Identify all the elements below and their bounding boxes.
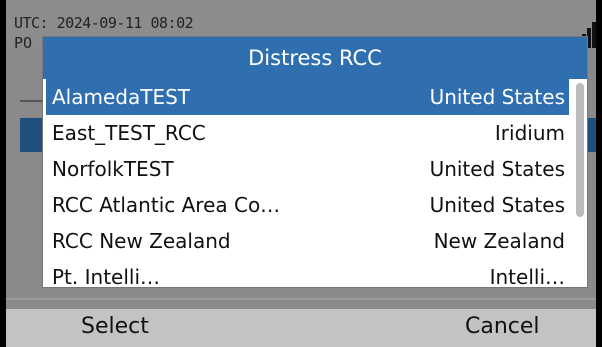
list-item[interactable]: RCC Atlantic Area Co… United States (46, 187, 569, 223)
softkey-bar: Select Cancel (6, 309, 596, 347)
distress-rcc-dialog: Distress RCC AlamedaTEST United States E… (43, 37, 587, 287)
utc-time-readout: UTC: 2024-09-11 08:02 (14, 14, 194, 32)
rcc-country: United States (429, 85, 565, 109)
list-item[interactable]: AlamedaTEST United States (46, 79, 569, 115)
list-item[interactable]: Pt. Intelli… Intelli… (46, 259, 569, 287)
device-screen: UTC: 2024-09-11 08:02 PO Select Cancel D… (6, 0, 596, 347)
bottom-divider (6, 298, 596, 300)
rcc-country: New Zealand (433, 229, 565, 253)
list-item[interactable]: East_TEST_RCC Iridium (46, 115, 569, 151)
rcc-country: Intelli… (489, 265, 565, 287)
select-softkey[interactable]: Select (81, 314, 149, 339)
rcc-country: Iridium (494, 121, 565, 145)
list-scrollbar[interactable] (576, 83, 584, 217)
rcc-name: Pt. Intelli… (52, 265, 161, 287)
rcc-name: East_TEST_RCC (52, 121, 206, 145)
rcc-name: RCC New Zealand (52, 229, 231, 253)
background-selection-right (586, 118, 596, 152)
rcc-name: AlamedaTEST (52, 85, 190, 109)
cancel-softkey[interactable]: Cancel (465, 314, 540, 339)
dialog-title: Distress RCC (43, 37, 587, 79)
position-label: PO (14, 34, 33, 52)
list-item[interactable]: RCC New Zealand New Zealand (46, 223, 569, 259)
list-item[interactable]: NorfolkTEST United States (46, 151, 569, 187)
rcc-country: United States (429, 193, 565, 217)
rcc-name: RCC Atlantic Area Co… (52, 193, 281, 217)
rcc-list[interactable]: AlamedaTEST United States East_TEST_RCC … (43, 79, 587, 287)
rcc-name: NorfolkTEST (52, 157, 174, 181)
rcc-country: United States (429, 157, 565, 181)
